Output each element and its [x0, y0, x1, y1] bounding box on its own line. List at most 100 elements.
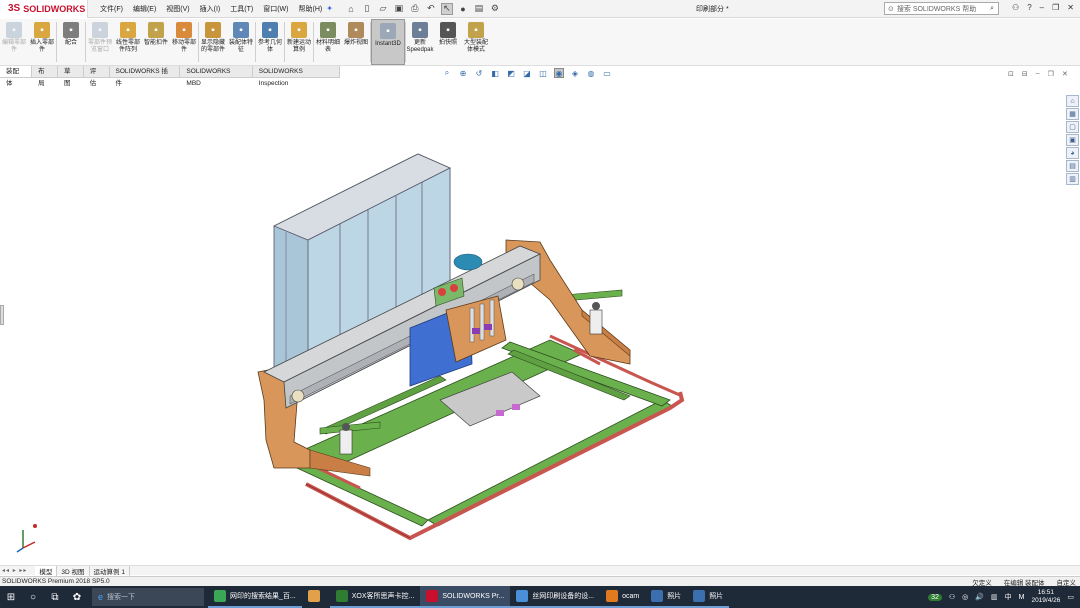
solidworks-forum-icon[interactable]: ▥	[1066, 173, 1079, 185]
search-icon[interactable]: ⌕	[990, 5, 994, 13]
help-icon[interactable]: ?	[1027, 3, 1031, 12]
taskbar-app[interactable]: ocam	[600, 586, 646, 608]
file-properties-icon[interactable]: ▤	[473, 3, 485, 15]
taskbar-app[interactable]: 照片	[645, 586, 688, 608]
taskbar-search[interactable]: e 搜索一下	[92, 588, 204, 606]
ribbon-button-smart-fastener[interactable]: ▪ 智能扣件	[142, 19, 170, 65]
ribbon-button-exploded-view[interactable]: ▪ 爆炸视图	[342, 19, 370, 65]
viewport-minimize-icon[interactable]: –	[1036, 70, 1040, 78]
ribbon-button-motion-study[interactable]: ▪ 新建运动算例	[285, 19, 313, 65]
viewport-split-icon[interactable]: ⊟	[1022, 70, 1028, 78]
status-item[interactable]: 自定义	[1057, 577, 1077, 587]
section-view-icon[interactable]: ◧	[490, 68, 500, 78]
menu-item[interactable]: 窗口(W)	[263, 4, 288, 14]
notification-icon[interactable]: ▭	[1067, 593, 1074, 601]
ribbon-button-instant3d[interactable]: ▪ Instant3D	[371, 19, 405, 65]
bottom-tab[interactable]: 3D 视图	[57, 565, 90, 576]
command-tab[interactable]: 布局	[32, 66, 58, 87]
undo-icon[interactable]: ↶	[425, 3, 437, 15]
ribbon-button-reference-geometry[interactable]: ▪ 参考几何体	[256, 19, 284, 65]
menu-item[interactable]: 编辑(E)	[133, 4, 156, 14]
display-style-icon[interactable]: ◫	[538, 68, 548, 78]
ribbon-button-large-assembly[interactable]: ▪ 大型装配体模式	[462, 19, 490, 65]
restore-icon[interactable]: ❐	[1052, 3, 1059, 12]
ribbon-button-mate[interactable]: ▪ 配合	[57, 19, 85, 65]
view-palette-icon[interactable]: ▣	[1066, 134, 1079, 146]
options-icon[interactable]: ⚙	[489, 3, 501, 15]
task-view-icon[interactable]: ⧉	[44, 586, 66, 608]
m-icon[interactable]: M	[1019, 594, 1025, 601]
ribbon-button-linear-pattern[interactable]: ▪ 线性零部件阵列	[114, 19, 142, 65]
taskbar-app[interactable]: XOX客所思声卡控...	[329, 586, 421, 608]
view-settings-icon[interactable]: ▭	[602, 68, 612, 78]
hide-show-items-icon[interactable]: ◉	[554, 68, 564, 78]
settings-app-icon[interactable]: ✿	[66, 586, 88, 608]
new-document-icon[interactable]: ▯	[361, 3, 373, 15]
zoom-to-fit-icon[interactable]: ⌕	[442, 68, 452, 78]
command-tab[interactable]: 评估	[83, 66, 110, 87]
ime-indicator[interactable]: 中	[1005, 592, 1012, 602]
command-tab[interactable]: SOLIDWORKS Inspection	[252, 66, 340, 87]
menu-item[interactable]: 工具(T)	[230, 4, 253, 14]
scene-icon[interactable]: ◍	[586, 68, 596, 78]
wechat-icon[interactable]: ◎	[962, 593, 968, 601]
clock[interactable]: 16:51 2019/4/26	[1031, 589, 1060, 605]
viewport-close-icon[interactable]: ✕	[1062, 70, 1068, 78]
file-explorer-icon[interactable]: ▢	[1066, 121, 1079, 133]
ribbon-button-bom[interactable]: ▪ 材料明细表	[314, 19, 342, 65]
taskbar-app[interactable]: 照片	[687, 586, 730, 608]
ribbon-button-speedpak[interactable]: ▪ 更新Speedpak	[406, 19, 434, 65]
ribbon-button-move-component[interactable]: ▪ 移动零部件	[170, 19, 198, 65]
appearances-icon[interactable]: ◕	[1066, 147, 1079, 159]
bottom-tab[interactable]: 模型	[35, 565, 58, 576]
minimize-icon[interactable]: –	[1040, 3, 1044, 12]
taskbar-app[interactable]: SOLIDWORKS Pr...	[420, 586, 511, 608]
ribbon-button-edit-component[interactable]: ▪ 编辑零部件	[0, 19, 28, 65]
user-icon[interactable]: ⚇	[1012, 3, 1019, 12]
command-tab[interactable]: 装配体	[0, 66, 33, 87]
edit-appearance-icon[interactable]: ◈	[570, 68, 580, 78]
taskbar-app[interactable]: 丝网印刷设备的设...	[510, 586, 601, 608]
tab-nav-arrows[interactable]: ◂◂ ▸ ▸▸	[2, 567, 27, 574]
cortana-icon[interactable]: ○	[22, 586, 44, 608]
tray-badge[interactable]: 32	[928, 593, 942, 601]
assembly-model-viewport[interactable]	[250, 150, 695, 545]
person-icon[interactable]: ⚇	[949, 593, 955, 601]
taskbar-app[interactable]	[302, 586, 330, 608]
home-icon[interactable]: ⌂	[345, 3, 357, 15]
viewport-expand-icon[interactable]: ⊡	[1008, 70, 1014, 78]
menu-item[interactable]: 视图(V)	[166, 4, 189, 14]
ribbon-button-preview-window[interactable]: ▪ 零部件预览窗口	[86, 19, 114, 65]
print-icon[interactable]: ⎙	[409, 3, 421, 15]
close-icon[interactable]: ✕	[1067, 3, 1074, 12]
save-icon[interactable]: ▣	[393, 3, 405, 15]
menu-item[interactable]: 帮助(H)	[298, 4, 322, 14]
taskbar-app[interactable]: 网印的搜索结果_百...	[208, 586, 302, 608]
ribbon-button-snapshot[interactable]: ▪ 拍快照	[434, 19, 462, 65]
view-orientation-icon[interactable]: ◪	[522, 68, 532, 78]
command-tab[interactable]: SOLIDWORKS MBD	[180, 66, 253, 87]
resources-icon[interactable]: ⌂	[1066, 95, 1079, 107]
network-icon[interactable]: ▥	[991, 593, 998, 601]
ribbon-button-show-hidden[interactable]: ▪ 显示隐藏的零部件	[199, 19, 227, 65]
command-tab[interactable]: SOLIDWORKS 插件	[109, 66, 181, 87]
bottom-tab[interactable]: 运动算例 1	[90, 565, 130, 576]
menu-item[interactable]: 插入(I)	[200, 4, 221, 14]
open-icon[interactable]: ▱	[377, 3, 389, 15]
pin-icon[interactable]: ✦	[326, 4, 333, 13]
viewport-restore-icon[interactable]: ❐	[1048, 70, 1054, 78]
select-icon[interactable]: ↖	[440, 2, 453, 15]
design-library-icon[interactable]: ▦	[1066, 108, 1079, 120]
help-search-input[interactable]: ⊙ 搜索 SOLIDWORKS 帮助 ⌕	[884, 2, 999, 15]
feature-tree-handle[interactable]	[0, 305, 4, 325]
previous-view-icon[interactable]: ↺	[474, 68, 484, 78]
zoom-to-area-icon[interactable]: ⊕	[458, 68, 468, 78]
ribbon-button-insert-component[interactable]: ▪ 插入零部件	[28, 19, 56, 65]
volume-icon[interactable]: 🔊	[975, 593, 984, 601]
ribbon-button-assembly-feature[interactable]: ▪ 装配体特征	[227, 19, 255, 65]
menu-item[interactable]: 文件(F)	[100, 4, 123, 14]
windows-start-icon[interactable]: ⊞	[0, 586, 22, 608]
dynamic-annotation-icon[interactable]: ◩	[506, 68, 516, 78]
custom-properties-icon[interactable]: ▤	[1066, 160, 1079, 172]
rebuild-icon[interactable]: ●	[457, 3, 469, 15]
